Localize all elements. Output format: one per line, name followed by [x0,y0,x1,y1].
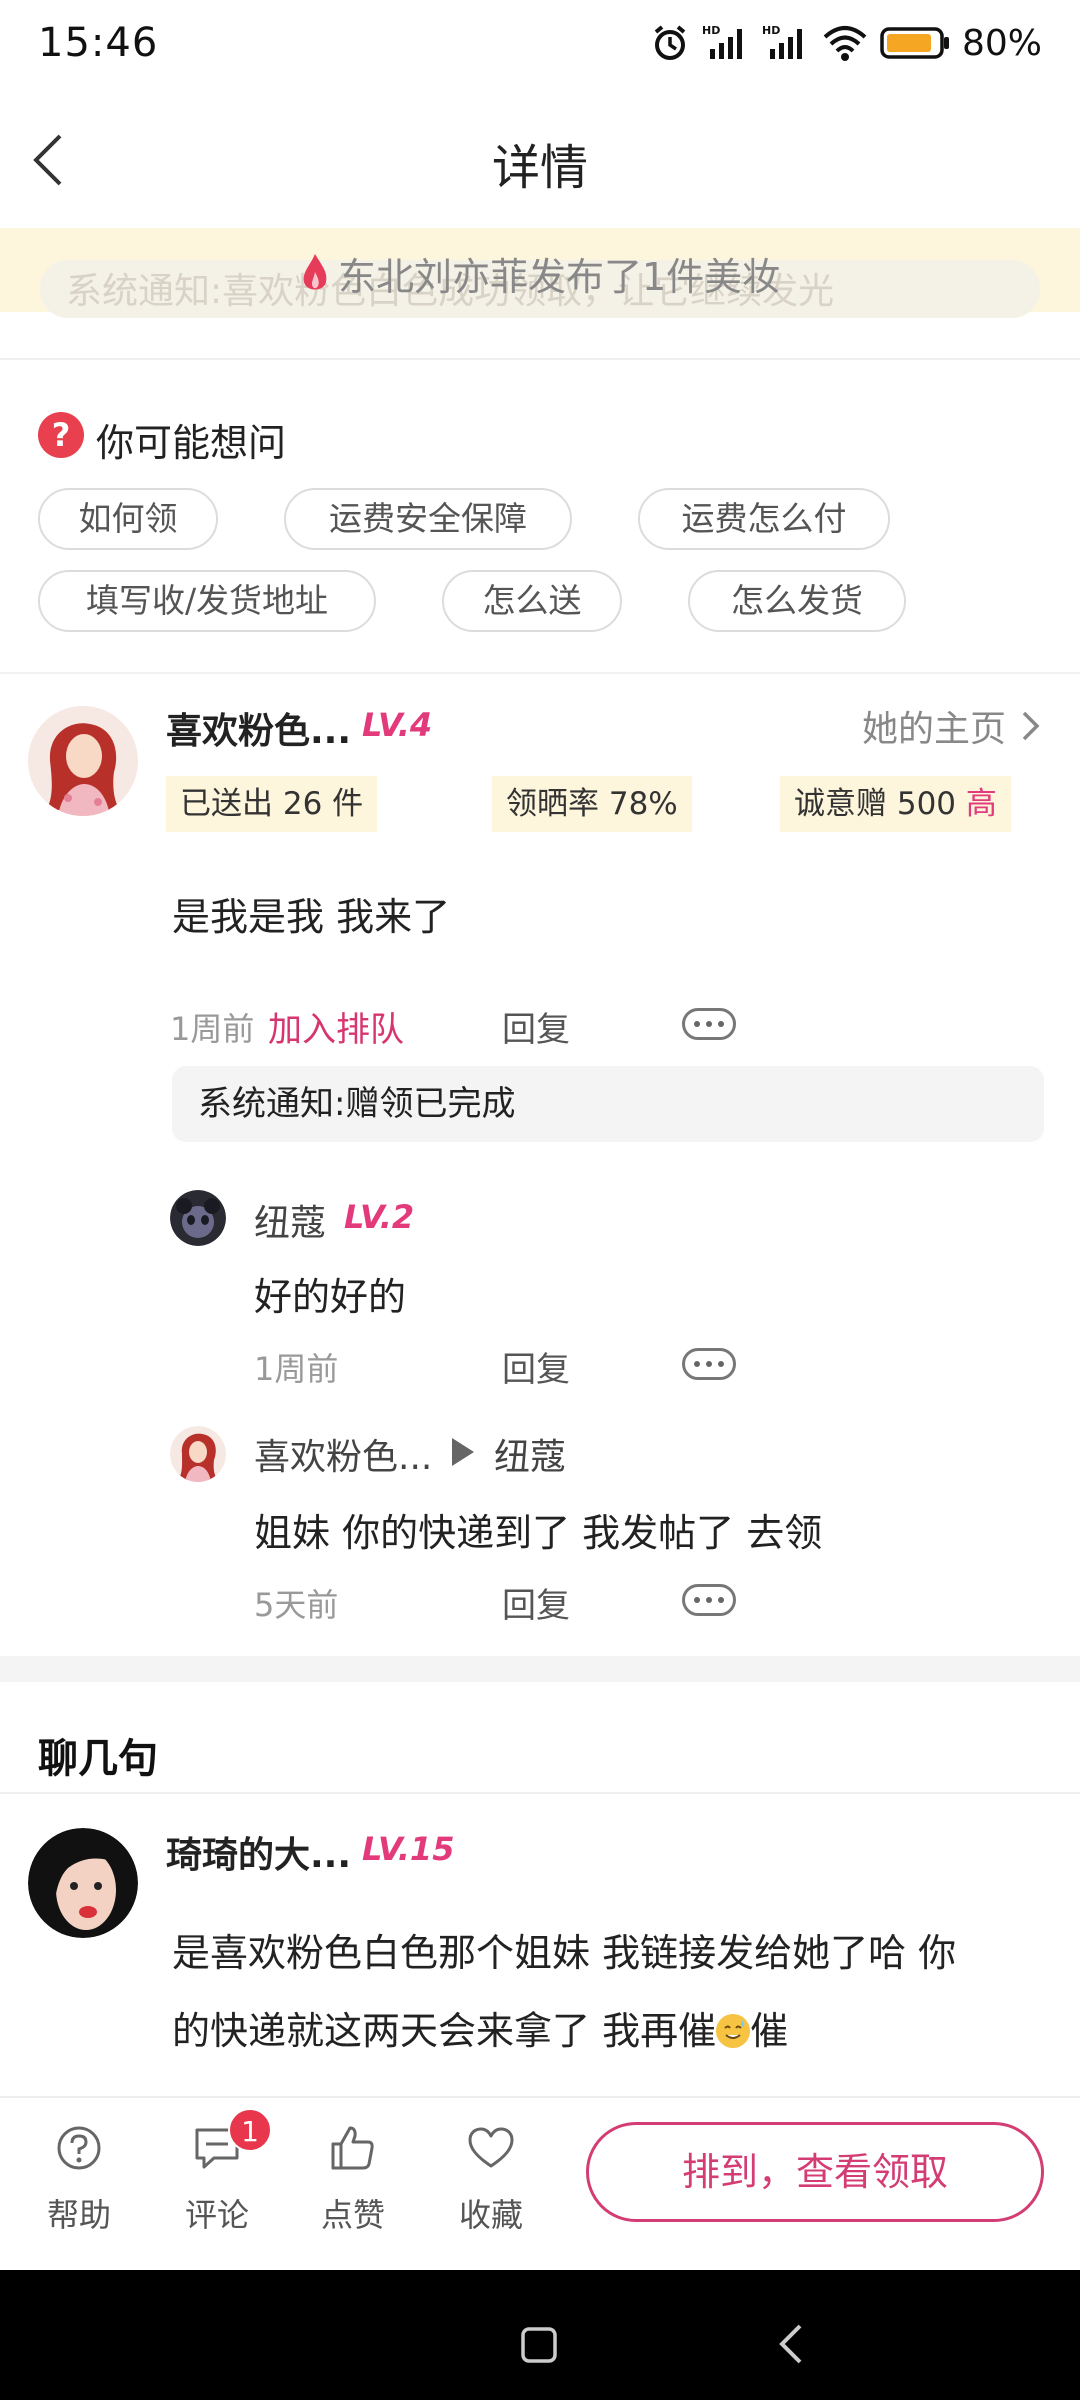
divider [0,1792,1080,1794]
post-username[interactable]: 喜欢粉色... [166,702,351,754]
favorite-label: 收藏 [458,2196,523,2234]
reply-button[interactable]: 回复 [502,1578,570,1627]
user-level: LV.4 [362,706,433,744]
stat-gift-level: 高 [965,786,997,822]
user-homepage-link[interactable]: 她的主页 [862,700,1042,752]
divider [0,358,1080,360]
chat-section-title: 聊几句 [38,1736,158,1782]
more-options-button[interactable] [682,1584,736,1616]
faq-chip[interactable]: 运费怎么付 [638,488,890,550]
signal-hd-icon: HD [762,24,802,59]
flame-icon [303,253,327,289]
stat-gift-prefix: 诚意赠 500 [794,786,957,822]
like-label: 点赞 [320,2196,385,2234]
svg-text:HD: HD [762,24,780,37]
comment-label: 评论 [184,2196,249,2234]
stat-gift: 诚意赠 500 高 [780,776,1011,832]
home-link-label: 她的主页 [861,709,1006,750]
banner-text-row: 东北刘亦菲发布了1件美妆 [300,246,780,301]
reply-button[interactable]: 回复 [502,1002,570,1051]
chat-comment-line2: 的快递就这两天会来拿了 我再催催 [172,2000,788,2055]
more-options-button[interactable] [682,1348,736,1380]
faq-chip[interactable]: 填写收/发货地址 [38,570,376,632]
status-icons: HD HD 80% [650,18,1042,68]
stat-rate: 领晒率 78% [492,776,692,832]
chat-comment-line2b: 催 [750,2009,789,2053]
help-button[interactable]: 帮助 [24,2124,134,2236]
status-bar: 15:46 HD HD 80% [0,0,1080,90]
reply-content: 姐妹 你的快递到了 我发帖了 去领 [254,1511,823,1555]
reply-button[interactable]: 回复 [502,1342,570,1391]
post-time: 1周前 [170,1010,255,1048]
post-content: 是我是我 我来了 [172,895,451,939]
svg-text:HD: HD [702,24,720,37]
queue-view-claim-button[interactable]: 排到，查看领取 [586,2122,1044,2222]
thumbs-up-icon [331,2126,374,2170]
help-label: 帮助 [46,2196,111,2234]
divider [0,672,1080,674]
page-title: 详情 [491,140,588,196]
reply-time: 1周前 [254,1350,339,1388]
faq-chip[interactable]: 怎么送 [442,570,622,632]
heart-icon [468,2127,514,2168]
reply-target-name[interactable]: 纽蔻 [494,1428,566,1480]
battery-icon [880,27,949,59]
chat-username[interactable]: 琦琦的大... [166,1826,351,1878]
reply-user-level: LV.2 [344,1198,415,1236]
more-options-button[interactable] [682,1008,736,1040]
avatar[interactable] [28,1828,138,1938]
stat-sent: 已送出 26 件 [166,776,378,832]
question-icon: ? [38,412,84,458]
like-button[interactable]: 点赞 [298,2124,408,2236]
home-square-icon[interactable] [520,2326,558,2364]
system-navigation-bar [0,2270,1080,2400]
chat-user-level: LV.15 [362,1830,455,1868]
wifi-icon [823,26,867,61]
status-time: 15:46 [38,20,159,66]
sweat-smile-emoji-icon [716,2014,751,2048]
favorite-button[interactable]: 收藏 [436,2124,546,2236]
section-divider [0,1656,1080,1682]
reply-time: 5天前 [254,1586,339,1624]
reply-arrow-icon [452,1438,474,1466]
faq-chip[interactable]: 运费安全保障 [284,488,572,550]
chat-comment-line2a: 的快递就这两天会来拿了 我再催 [172,2009,717,2053]
banner-text: 东北刘亦菲发布了1件美妆 [338,255,781,299]
avatar[interactable] [28,706,138,816]
battery-level: 80% [961,22,1042,64]
signal-hd-icon: HD [702,24,742,59]
faq-chip[interactable]: 怎么发货 [688,570,906,632]
reply-username[interactable]: 纽蔻 [254,1194,326,1246]
help-icon [57,2126,101,2170]
reply-username[interactable]: 喜欢粉色... [254,1428,432,1480]
faq-title: 你可能想问 [96,421,287,465]
reply-avatar[interactable] [170,1426,226,1482]
join-queue-link[interactable]: 加入排队 [268,1002,404,1051]
reply-content: 好的好的 [254,1275,407,1319]
alarm-icon [654,25,686,60]
system-back-icon[interactable] [776,2322,806,2366]
comment-count-badge: 1 [228,2108,272,2152]
chat-comment-line1: 是喜欢粉色白色那个姐妹 我链接发给她了哈 你 [172,1931,957,1975]
faq-chip[interactable]: 如何领 [38,488,218,550]
system-notice: 系统通知:赠领已完成 [172,1066,1044,1142]
chevron-right-icon [1022,711,1040,741]
reply-avatar[interactable] [170,1190,226,1246]
